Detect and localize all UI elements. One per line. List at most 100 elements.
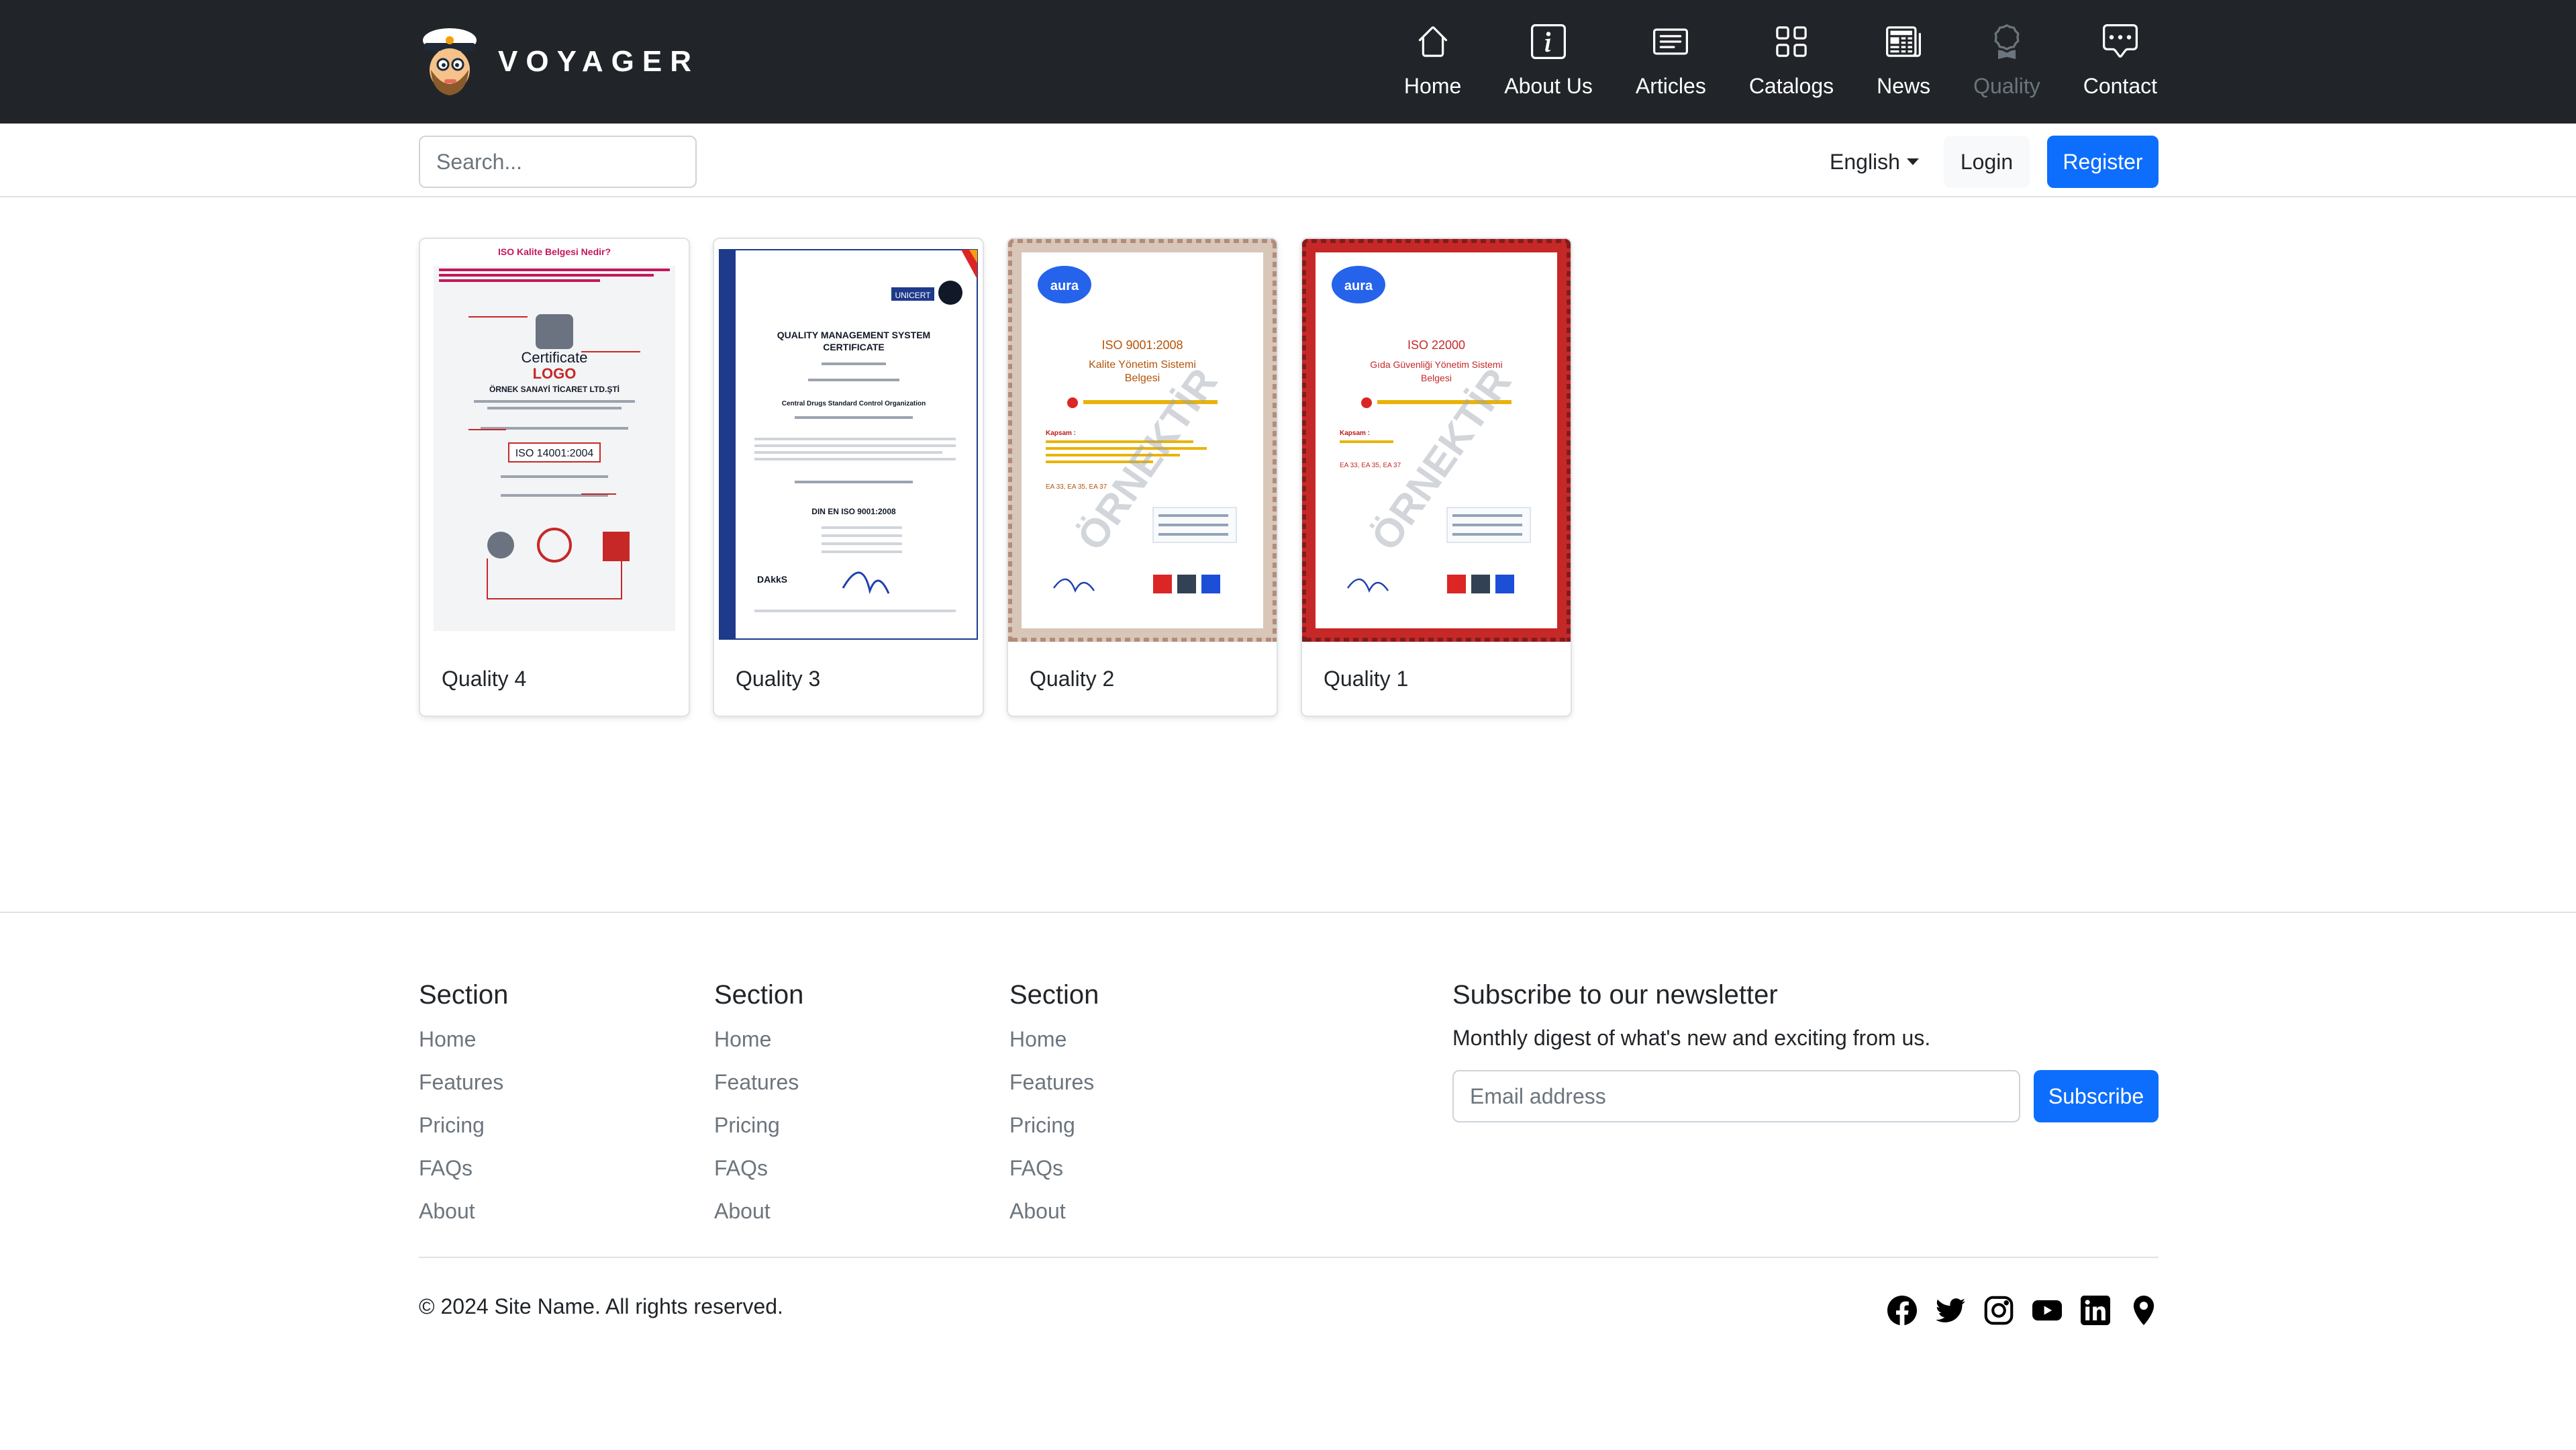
- footer-link-faqs[interactable]: FAQs: [419, 1155, 508, 1181]
- nav-label: Quality: [1973, 74, 2040, 98]
- footer-link-pricing[interactable]: Pricing: [1009, 1112, 1099, 1139]
- facebook-icon: [1887, 1296, 1917, 1325]
- login-button[interactable]: Login: [1944, 136, 2030, 188]
- home-icon: [1418, 26, 1447, 57]
- card-title: Quality 3: [736, 667, 821, 691]
- instagram-link[interactable]: [1984, 1296, 2014, 1325]
- footer-section-heading: Section: [419, 980, 509, 1010]
- newsletter-description: Monthly digest of what's new and excitin…: [1452, 1026, 1931, 1050]
- cert-word: Certificate: [521, 349, 587, 366]
- copyright-text: © 2024 Site Name. All rights reserved.: [419, 1294, 783, 1318]
- chat-icon: [2102, 24, 2138, 58]
- newspaper-icon: [1886, 26, 1922, 57]
- card-title: Quality 2: [1030, 667, 1115, 691]
- card-title: Quality 1: [1324, 667, 1409, 691]
- brand[interactable]: VOYAGER: [419, 24, 699, 99]
- cert-subheading: CERTIFICATE: [823, 342, 885, 352]
- youtube-link[interactable]: [2032, 1296, 2062, 1325]
- nav-quality[interactable]: Quality: [1973, 24, 2040, 99]
- footer-link-about[interactable]: About: [1009, 1198, 1099, 1224]
- aura-brand: aura: [1344, 279, 1373, 293]
- cert-heading: ISO Kalite Belgesi Nedir?: [498, 246, 611, 257]
- company-name: ÖRNEK SANAYİ TİCARET LTD.ŞTİ: [489, 384, 620, 394]
- nav-label: Articles: [1635, 74, 1706, 98]
- scope-codes: EA 33, EA 35, EA 37: [1340, 462, 1401, 469]
- newsletter-form: Subscribe to our newsletter Monthly dige…: [1452, 979, 2159, 1122]
- facebook-link[interactable]: [1887, 1296, 1917, 1325]
- search-input[interactable]: [419, 136, 697, 188]
- nav-news[interactable]: News: [1877, 24, 1930, 99]
- search-bar: English Login Register: [0, 124, 2576, 197]
- main-nav: Home About Us Articles Catalogs News Qua…: [1404, 24, 2157, 99]
- language-label: English: [1830, 149, 1900, 174]
- footer-link-home[interactable]: Home: [714, 1026, 803, 1053]
- grid-icon: [1776, 26, 1807, 57]
- nav-label: News: [1877, 74, 1931, 98]
- footer-section: Section Home Features Pricing FAQs About: [1009, 979, 1099, 1241]
- footer-link-faqs[interactable]: FAQs: [714, 1155, 803, 1181]
- linkedin-icon: [2081, 1296, 2110, 1325]
- location-pin-icon: [2133, 1296, 2154, 1325]
- info-icon: [1531, 24, 1567, 59]
- award-icon: [1994, 24, 2020, 59]
- issuer-text: UNICERT: [895, 291, 931, 300]
- twitter-link[interactable]: [1936, 1296, 1965, 1325]
- nav-contact[interactable]: Contact: [2083, 24, 2157, 99]
- nav-label: Contact: [2083, 74, 2157, 98]
- unicert-certificate-thumbnail: UNICERT QUALITY MANAGEMENT SYSTEM CERTIF…: [714, 239, 983, 642]
- cert-title-line2: Belgesi: [1421, 373, 1452, 383]
- language-dropdown[interactable]: English: [1830, 136, 1919, 188]
- nav-label: About Us: [1504, 74, 1593, 98]
- footer-link-home[interactable]: Home: [1009, 1026, 1099, 1053]
- standard-text: ISO 9001:2008: [1101, 338, 1183, 352]
- org-name: Central Drugs Standard Control Organizat…: [782, 400, 926, 407]
- footer-link-about[interactable]: About: [419, 1198, 508, 1224]
- document-card[interactable]: aura ISO 9001:2008 Kalite Yönetim Sistem…: [1007, 238, 1278, 717]
- footer-bottom-divider: [419, 1257, 2159, 1258]
- footer-link-features[interactable]: Features: [1009, 1069, 1099, 1096]
- nav-home[interactable]: Home: [1404, 24, 1461, 99]
- nav-label: Home: [1403, 74, 1462, 98]
- footer-link-features[interactable]: Features: [419, 1069, 508, 1096]
- cert-title-line2: Belgesi: [1125, 373, 1160, 384]
- captain-logo-icon: [423, 28, 477, 95]
- quality-documents-grid: ISO Kalite Belgesi Nedir? Certificate LO…: [419, 238, 1595, 717]
- footer-section: Section Home Features Pricing FAQs About: [419, 979, 508, 1241]
- top-navbar: VOYAGER Home About Us Articles Catalogs …: [0, 0, 2576, 124]
- scope-label: Kapsam :: [1340, 430, 1370, 437]
- subscribe-button[interactable]: Subscribe: [2034, 1070, 2159, 1122]
- card-title: Quality 4: [442, 667, 527, 691]
- footer-link-features[interactable]: Features: [714, 1069, 803, 1096]
- footer-section: Section Home Features Pricing FAQs About: [714, 979, 803, 1241]
- twitter-icon: [1936, 1298, 1965, 1322]
- footer-link-pricing[interactable]: Pricing: [714, 1112, 803, 1139]
- standard-text: DIN EN ISO 9001:2008: [811, 507, 896, 516]
- footer-link-pricing[interactable]: Pricing: [419, 1112, 508, 1139]
- aura-brand: aura: [1050, 279, 1079, 293]
- newsletter-heading: Subscribe to our newsletter: [1452, 980, 1778, 1010]
- document-card[interactable]: ISO Kalite Belgesi Nedir? Certificate LO…: [419, 238, 690, 717]
- standard-text: ISO 22000: [1407, 338, 1465, 352]
- nav-articles[interactable]: Articles: [1636, 24, 1706, 99]
- articles-icon: [1653, 28, 1689, 55]
- footer-link-about[interactable]: About: [714, 1198, 803, 1224]
- linkedin-link[interactable]: [2081, 1296, 2110, 1325]
- accreditor-mark: DAkkS: [757, 574, 787, 585]
- footer-link-faqs[interactable]: FAQs: [1009, 1155, 1099, 1181]
- brand-name: VOYAGER: [498, 45, 700, 78]
- cert-title-line1: Kalite Yönetim Sistemi: [1089, 359, 1196, 371]
- standard-text: ISO 14001:2004: [515, 448, 594, 459]
- newsletter-row: Subscribe: [1452, 1070, 2159, 1122]
- nav-catalogs[interactable]: Catalogs: [1749, 24, 1834, 99]
- location-link[interactable]: [2129, 1296, 2159, 1325]
- document-card[interactable]: aura ISO 22000 Gıda Güvenliği Yönetim Si…: [1301, 238, 1572, 717]
- nav-about-us[interactable]: About Us: [1504, 24, 1593, 99]
- document-card[interactable]: UNICERT QUALITY MANAGEMENT SYSTEM CERTIF…: [713, 238, 984, 717]
- iso-infographic-thumbnail: ISO Kalite Belgesi Nedir? Certificate LO…: [420, 239, 689, 642]
- register-button[interactable]: Register: [2047, 136, 2159, 188]
- logo-word: LOGO: [533, 365, 577, 382]
- nav-label: Catalogs: [1748, 74, 1834, 98]
- email-field[interactable]: [1452, 1070, 2020, 1122]
- instagram-icon: [1984, 1296, 2014, 1325]
- footer-link-home[interactable]: Home: [419, 1026, 508, 1053]
